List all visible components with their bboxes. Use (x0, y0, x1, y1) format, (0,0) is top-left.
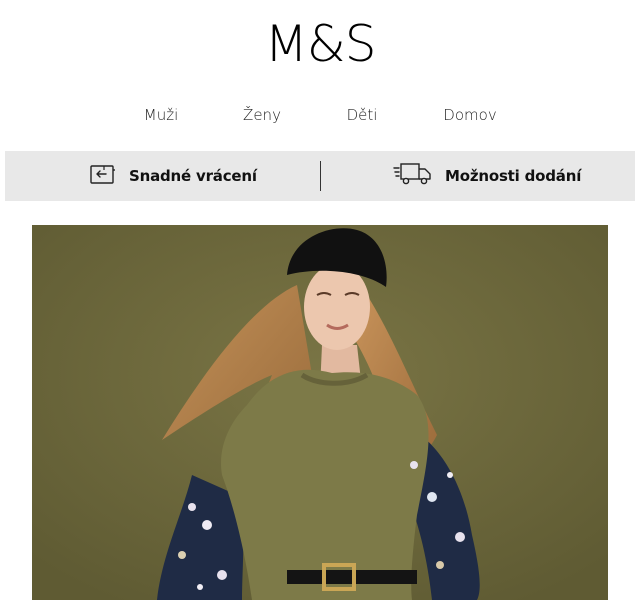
service-bar: Snadné vrácení Možnosti dodání (5, 151, 635, 201)
easy-returns-link[interactable]: Snadné vrácení (89, 151, 257, 201)
service-divider (320, 161, 321, 191)
nav-item-muzi[interactable]: Muži (144, 106, 179, 124)
delivery-options-label: Možnosti dodání (445, 167, 582, 185)
ms-logo[interactable]: M&S (0, 14, 640, 74)
main-nav: Muži Ženy Děti Domov (0, 106, 640, 130)
delivery-truck-icon (393, 160, 433, 193)
easy-returns-label: Snadné vrácení (129, 167, 257, 185)
nav-item-domov[interactable]: Domov (443, 106, 496, 124)
hero-banner[interactable] (32, 225, 608, 600)
return-package-icon (89, 162, 117, 191)
hero-image (32, 225, 608, 600)
nav-item-zeny[interactable]: Ženy (243, 106, 281, 124)
nav-item-deti[interactable]: Děti (347, 106, 378, 124)
delivery-options-link[interactable]: Možnosti dodání (393, 151, 581, 201)
